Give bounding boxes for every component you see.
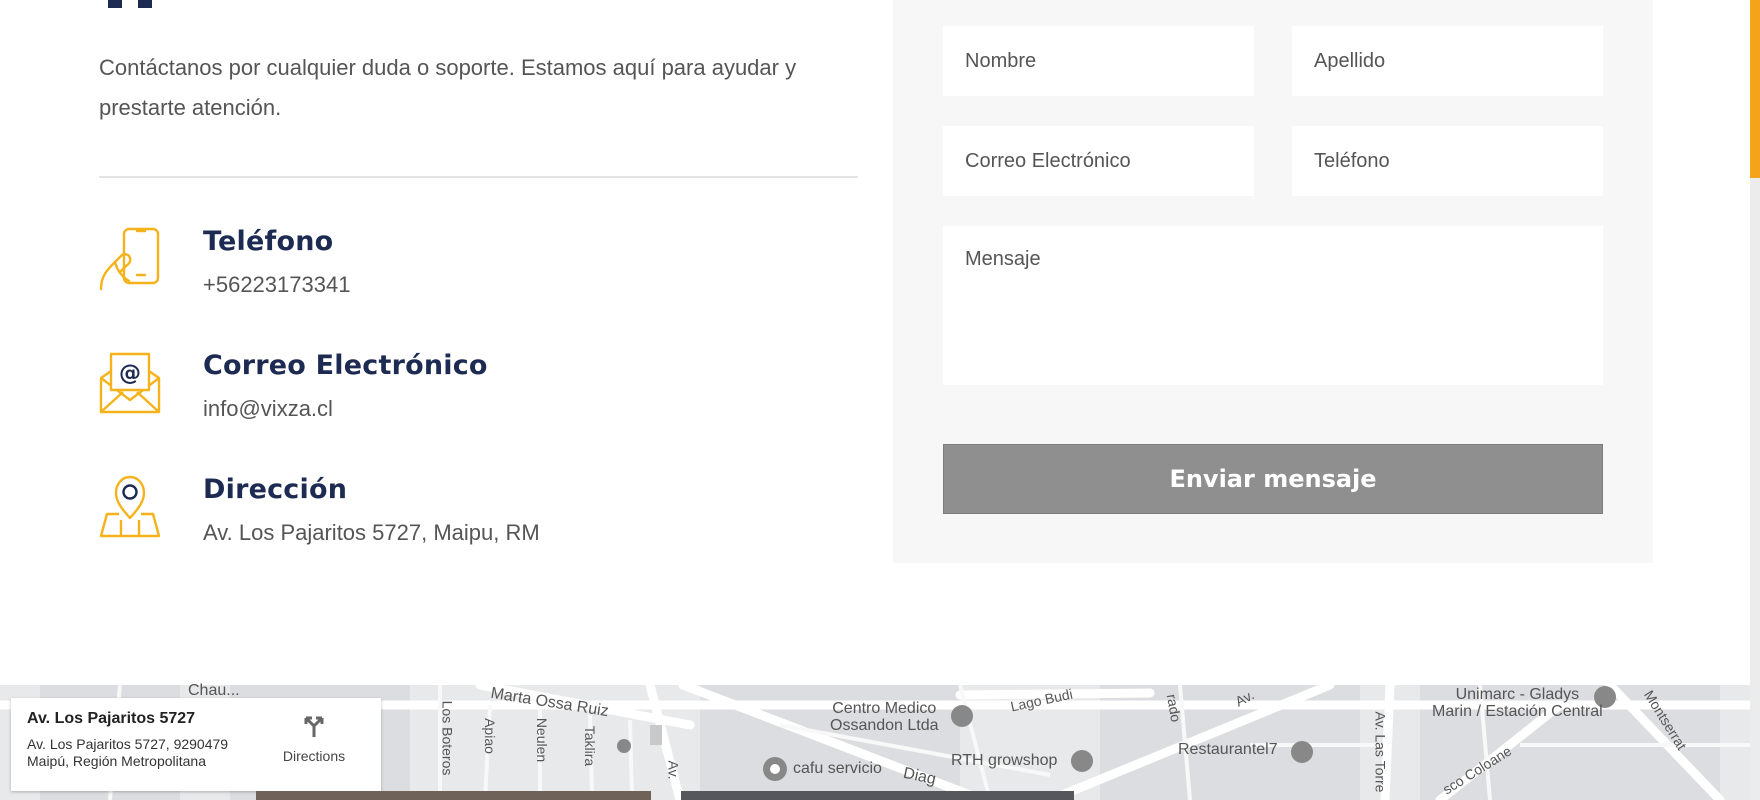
map-label: Taklira [582,725,599,767]
intro-text: Contáctanos por cualquier duda o soporte… [99,55,797,120]
contact-item-title: Correo Electrónico [203,350,488,381]
directions-icon [304,716,324,737]
message-textarea[interactable]: Mensaje [943,226,1603,385]
contact-item-value: info@vixza.cl [203,396,333,421]
phone-input[interactable]: Teléfono [1292,126,1603,196]
map-place-card: Av. Los Pajaritos 5727 Av. Los Pajaritos… [11,698,381,791]
place-address: Av. Los Pajaritos 5727, 9290479 Maipú, R… [27,736,229,769]
place-title: Av. Los Pajaritos 5727 [27,710,196,727]
first-name-input[interactable]: Nombre [943,26,1254,96]
mail-icon: @ [99,352,161,414]
photo-thumbnail [681,791,1074,800]
directions-label: Directions [282,748,346,764]
email-input[interactable]: Correo Electrónico [943,126,1254,196]
contact-item-phone: Teléfono +56223173341 [99,226,799,306]
phone-icon [99,227,160,291]
contact-item-title: Dirección [203,474,348,505]
contact-page: Contáctanos por cualquier duda o soporte… [0,0,1760,800]
scrollbar[interactable] [1750,0,1760,800]
contact-item-address: Dirección Av. Los Pajaritos 5727, Maipu,… [99,474,799,554]
map-label: Av. [665,760,682,780]
map-label: Neulen [534,717,551,763]
directions-button[interactable]: Directions [279,712,349,764]
contact-item-title: Teléfono [203,226,334,257]
map-label: RTH growshop [951,752,1058,769]
divider [99,176,858,178]
scrollbar-thumb[interactable] [1750,0,1760,178]
contact-item-value: +56223173341 [203,272,351,297]
heading-fragment [108,0,160,8]
photo-thumbnail [256,791,651,800]
map-label: Unimarc - Gladys Marin / Estación Centra… [1432,686,1603,720]
svg-text:@: @ [119,361,141,386]
map-label: cafu servicio [793,760,882,777]
map-pin-icon [99,475,161,538]
map-label: Av. Las Torre [1372,711,1389,793]
contact-item-value: Av. Los Pajaritos 5727, Maipu, RM [203,520,540,545]
contact-item-email: @ Correo Electrónico info@vixza.cl [99,350,799,430]
map-label: Apiao [481,718,498,754]
map-label: Centro Medico Ossandon Ltda [830,700,939,734]
map-label: Los Boteros [439,700,456,776]
map-label: Restaurantel7 [1178,741,1278,758]
submit-button[interactable]: Enviar mensaje [943,444,1603,514]
last-name-input[interactable]: Apellido [1292,26,1603,96]
